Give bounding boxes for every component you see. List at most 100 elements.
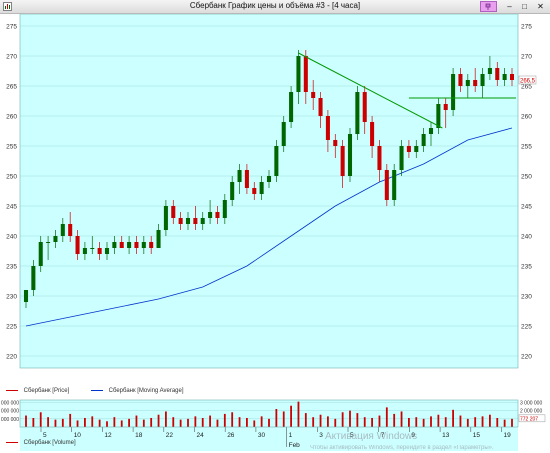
chart-area[interactable]: 275 270 265 260 255 250 245 240 235 230 225 220 275… xyxy=(0,13,550,451)
candle-body xyxy=(266,176,272,182)
candle-body xyxy=(421,134,426,146)
date-tick-label: 10 xyxy=(74,432,82,439)
volume-bar xyxy=(54,419,57,427)
legend-price[interactable]: Сбербанк [Price] xyxy=(6,388,69,394)
price-tick-right: 220 xyxy=(521,354,532,361)
candle-body xyxy=(38,242,43,266)
volume-bar xyxy=(349,410,351,427)
candle-body xyxy=(208,212,213,218)
price-tick-right: 225 xyxy=(521,324,532,331)
volume-bar xyxy=(422,418,425,427)
price-tick-right: 230 xyxy=(521,294,532,301)
candle xyxy=(347,128,353,182)
date-tick-label: 18 xyxy=(135,432,143,439)
volume-bar xyxy=(319,414,322,427)
price-tick-left: 245 xyxy=(6,204,17,211)
window-titlebar: Сбербанк График цены и объёма #3 - [4 ча… xyxy=(0,0,550,14)
volume-bar xyxy=(459,415,462,427)
close-button[interactable]: ✕ xyxy=(532,1,549,12)
candle-body xyxy=(163,206,168,230)
candle-body xyxy=(406,146,411,152)
volume-bar xyxy=(47,417,49,427)
volume-bar xyxy=(106,421,108,427)
volume-bar xyxy=(489,414,491,427)
price-tick-left: 225 xyxy=(6,324,17,331)
volume-bar xyxy=(312,417,315,427)
volume-bar xyxy=(408,418,410,427)
candle-body xyxy=(252,188,257,194)
legend-moving-average[interactable]: Сбербанк [Moving Average] xyxy=(90,388,184,394)
candle-body xyxy=(399,146,404,170)
volume-bar xyxy=(216,419,219,427)
volume-bar xyxy=(496,418,499,427)
candle-body xyxy=(46,242,51,243)
candle-body xyxy=(104,248,110,254)
candle-body xyxy=(259,182,264,194)
candle-body xyxy=(185,218,191,224)
legend-volume-swatch xyxy=(6,441,18,443)
price-tick-left: 275 xyxy=(6,24,17,31)
candle-body xyxy=(134,242,139,248)
volume-tick-right: 3 000 000 xyxy=(520,400,542,406)
candle-body xyxy=(384,170,389,200)
date-tick-label: 22 xyxy=(166,432,174,439)
candle-body xyxy=(362,92,367,122)
legend-volume[interactable]: Сбербанк [Volume] xyxy=(6,440,76,446)
date-tick-label: 13 xyxy=(442,432,450,439)
volume-tick-left: 3 000 000 xyxy=(0,400,19,406)
volume-bar xyxy=(179,419,182,427)
volume-bar xyxy=(120,420,123,427)
volume-bar xyxy=(98,419,101,427)
volume-bar xyxy=(466,418,469,427)
date-tick-label: 24 xyxy=(197,432,205,439)
price-tick-left: 255 xyxy=(6,144,17,151)
candle-body xyxy=(171,206,176,218)
volume-tick-right: 2 000 000 xyxy=(520,409,542,415)
windows-activation-title: Активация Windows xyxy=(325,431,418,442)
candle-body xyxy=(318,98,323,116)
maximize-button[interactable]: □ xyxy=(516,1,533,12)
candle-body xyxy=(149,242,154,248)
candle-body xyxy=(333,140,338,146)
candle-body xyxy=(347,134,353,176)
date-tick-label: 26 xyxy=(227,432,235,439)
candle-body xyxy=(436,104,441,128)
price-tick-right: 260 xyxy=(521,114,532,121)
candle-body xyxy=(112,242,117,248)
volume-bar xyxy=(400,411,403,427)
legend-price-swatch xyxy=(6,389,18,391)
candle-body xyxy=(281,122,286,146)
volume-bar xyxy=(223,413,226,427)
candle-body xyxy=(200,218,205,224)
volume-bar xyxy=(341,412,344,427)
volume-bar xyxy=(378,415,381,427)
volume-bar xyxy=(393,413,396,427)
date-tick-label: 12 xyxy=(104,432,112,439)
price-tick-left: 235 xyxy=(6,264,17,271)
legend-ma-label: Сбербанк [Moving Average] xyxy=(108,388,184,394)
volume-bar xyxy=(39,412,42,427)
price-tick-right: 235 xyxy=(521,264,532,271)
volume-bar xyxy=(142,419,145,427)
candle-body xyxy=(193,218,198,224)
candle-body xyxy=(355,92,360,134)
candle-body xyxy=(119,242,124,248)
price-tick-right: 270 xyxy=(521,54,532,61)
volume-bar xyxy=(32,418,35,427)
pin-icon[interactable] xyxy=(480,1,497,12)
volume-bar xyxy=(356,413,359,427)
volume-bar xyxy=(275,409,278,427)
candle-body xyxy=(156,230,161,248)
volume-bar xyxy=(304,413,307,427)
volume-bar xyxy=(430,416,432,427)
candle xyxy=(355,86,360,140)
volume-bar xyxy=(231,412,234,427)
volume-bar xyxy=(165,411,167,427)
volume-bar xyxy=(61,418,64,427)
candle-body xyxy=(370,122,375,146)
candle-body xyxy=(90,248,95,249)
price-volume-chart[interactable]: 275270265260255250245240235230225220 275… xyxy=(0,13,550,451)
candle-body xyxy=(340,146,345,176)
candle-body xyxy=(23,290,29,302)
volume-bar xyxy=(327,416,329,427)
